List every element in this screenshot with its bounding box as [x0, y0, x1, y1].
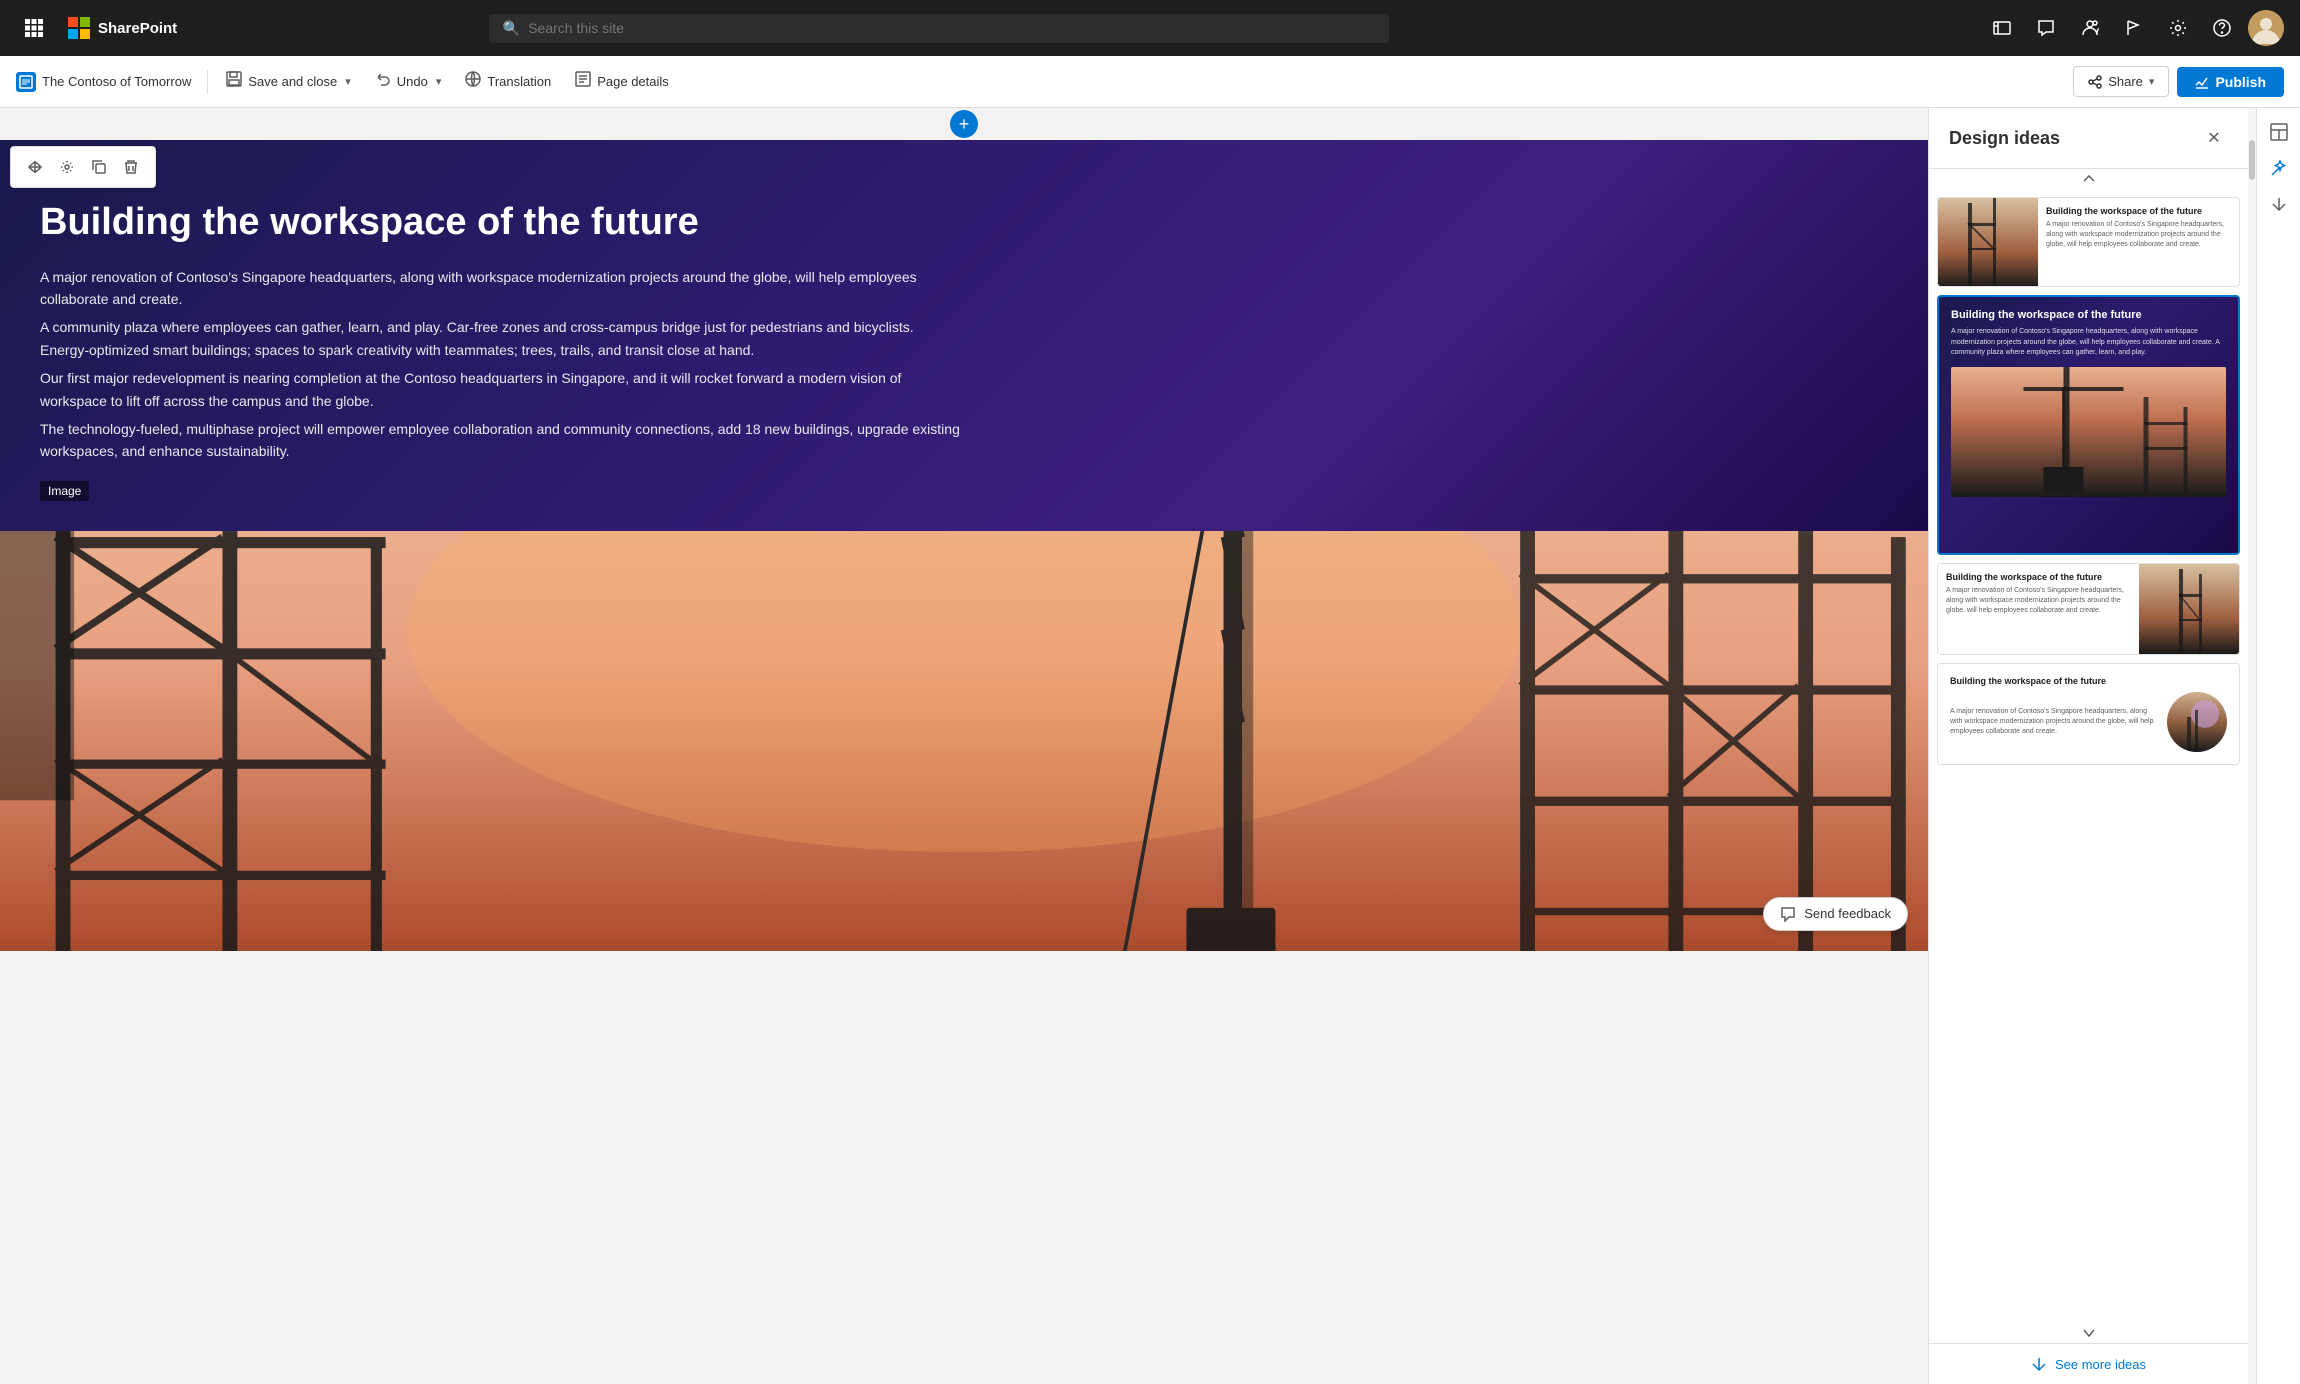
waffle-icon[interactable]: [16, 10, 52, 46]
add-section-bar: +: [0, 108, 1928, 140]
hero-paragraph-2: A community plaza where employees can ga…: [40, 316, 960, 361]
design-panel-title: Design ideas: [1949, 128, 2060, 149]
translation-label: Translation: [487, 74, 551, 89]
editor-canvas[interactable]: +: [0, 108, 1928, 1384]
block-toolbar: [10, 146, 156, 188]
side-arrow-icon[interactable]: [2263, 188, 2295, 220]
flag-icon[interactable]: [2116, 10, 2152, 46]
design-card-1-text: A major renovation of Contoso's Singapor…: [2046, 220, 2231, 249]
save-icon: [226, 71, 242, 92]
undo-chevron[interactable]: ▾: [436, 75, 442, 88]
close-icon: ✕: [2207, 128, 2220, 148]
microsoft-logo[interactable]: SharePoint: [68, 17, 177, 39]
panel-scroll-up[interactable]: [1929, 169, 2248, 189]
main-area: +: [0, 108, 2300, 1384]
design-card-4-body: A major renovation of Contoso's Singapor…: [1950, 692, 2227, 752]
design-panel-close-button[interactable]: ✕: [2200, 124, 2228, 152]
search-icon: 🔍: [503, 20, 520, 37]
add-section-button[interactable]: +: [950, 110, 978, 138]
comments-icon[interactable]: [2028, 10, 2064, 46]
share-button[interactable]: Share ▾: [2073, 66, 2169, 97]
side-action-bar: [2256, 108, 2300, 1384]
avatar[interactable]: [2248, 10, 2284, 46]
construction-image: Send feedback: [0, 531, 1928, 951]
design-card-2-title: Building the workspace of the future: [1951, 309, 2226, 321]
design-card-3[interactable]: Building the workspace of the future A m…: [1937, 563, 2240, 655]
publish-label: Publish: [2215, 74, 2266, 90]
design-card-3-content: Building the workspace of the future A m…: [1938, 564, 2139, 654]
undo-icon: [375, 71, 391, 92]
design-card-4-title: Building the workspace of the future: [1950, 676, 2227, 686]
save-close-chevron[interactable]: ▾: [345, 75, 351, 88]
page-details-label: Page details: [597, 74, 669, 89]
publish-button[interactable]: Publish: [2177, 67, 2284, 97]
share-label: Share: [2108, 74, 2143, 89]
undo-button[interactable]: Undo ▾: [365, 65, 452, 98]
toolbar-right: Share ▾ Publish: [2073, 66, 2284, 97]
design-card-1-image: [1938, 198, 2038, 287]
send-feedback-button[interactable]: Send feedback: [1763, 897, 1908, 931]
see-more-label: See more ideas: [2055, 1357, 2146, 1372]
hero-paragraph-1: A major renovation of Contoso's Singapor…: [40, 266, 960, 311]
see-more-ideas-button[interactable]: See more ideas: [2031, 1356, 2146, 1372]
design-panel-scrollbar[interactable]: [2248, 108, 2256, 1384]
design-card-4-text: A major renovation of Contoso's Singapor…: [1950, 707, 2159, 736]
search-input[interactable]: [528, 20, 1375, 36]
scrollbar-thumb[interactable]: [2249, 140, 2255, 180]
send-feedback-label: Send feedback: [1804, 906, 1891, 921]
page-details-button[interactable]: Page details: [565, 65, 679, 98]
design-card-2-image: [1951, 367, 2226, 497]
toolbar-divider-1: [207, 70, 208, 94]
design-card-2[interactable]: Building the workspace of the future A m…: [1937, 295, 2240, 555]
settings-tool-button[interactable]: [53, 153, 81, 181]
translation-button[interactable]: Translation: [455, 65, 561, 98]
design-card-3-title: Building the workspace of the future: [1946, 572, 2131, 582]
search-bar[interactable]: 🔍: [489, 14, 1389, 43]
panel-scroll-down[interactable]: [1929, 1323, 2248, 1343]
design-cards-container: Building the workspace of the future A m…: [1929, 189, 2248, 1323]
design-card-2-text: A major renovation of Contoso's Singapor…: [1951, 327, 2226, 359]
design-card-1-title: Building the workspace of the future: [2046, 206, 2231, 216]
side-wand-icon[interactable]: [2263, 152, 2295, 184]
design-card-4[interactable]: Building the workspace of the future A m…: [1937, 663, 2240, 765]
design-card-1[interactable]: Building the workspace of the future A m…: [1937, 197, 2240, 287]
delete-tool-button[interactable]: [117, 153, 145, 181]
undo-label: Undo: [397, 74, 428, 89]
design-panel-header: Design ideas ✕: [1929, 108, 2248, 169]
design-card-3-image: [2139, 564, 2239, 654]
design-panel-wrapper: Design ideas ✕: [1928, 108, 2256, 1384]
hero-title[interactable]: Building the workspace of the future: [40, 200, 1888, 246]
side-layout-icon[interactable]: [2263, 116, 2295, 148]
design-card-3-text: A major renovation of Contoso's Singapor…: [1946, 586, 2131, 615]
hero-paragraph-4: The technology-fueled, multiphase projec…: [40, 418, 960, 463]
share-chevron[interactable]: ▾: [2149, 75, 2155, 88]
page-details-icon: [575, 71, 591, 92]
editor-toolbar: The Contoso of Tomorrow Save and close ▾…: [0, 56, 2300, 108]
image-label: Image: [40, 481, 89, 501]
nav-icon-group: [1984, 10, 2284, 46]
translation-icon: [465, 71, 481, 92]
design-panel-footer[interactable]: See more ideas: [1929, 1343, 2248, 1384]
help-icon[interactable]: [2204, 10, 2240, 46]
save-close-label: Save and close: [248, 74, 337, 89]
settings-icon[interactable]: [2160, 10, 2196, 46]
brand-item[interactable]: The Contoso of Tomorrow: [16, 72, 191, 92]
hero-section-wrapper: Building the workspace of the future A m…: [0, 140, 1928, 951]
design-card-1-content: Building the workspace of the future A m…: [2038, 198, 2239, 286]
move-tool-button[interactable]: [21, 153, 49, 181]
people-icon[interactable]: [2072, 10, 2108, 46]
hero-section: Building the workspace of the future A m…: [0, 140, 1928, 531]
page-name: The Contoso of Tomorrow: [42, 74, 191, 89]
save-close-button[interactable]: Save and close ▾: [216, 65, 360, 98]
app-name: SharePoint: [98, 20, 177, 37]
duplicate-tool-button[interactable]: [85, 153, 113, 181]
design-ideas-panel: Design ideas ✕: [1928, 108, 2248, 1384]
open-in-app-icon[interactable]: [1984, 10, 2020, 46]
top-navigation: SharePoint 🔍: [0, 0, 2300, 56]
hero-body[interactable]: A major renovation of Contoso's Singapor…: [40, 266, 960, 463]
design-card-4-image: [2167, 692, 2227, 752]
page-type-icon: [16, 72, 36, 92]
hero-paragraph-3: Our first major redevelopment is nearing…: [40, 367, 960, 412]
